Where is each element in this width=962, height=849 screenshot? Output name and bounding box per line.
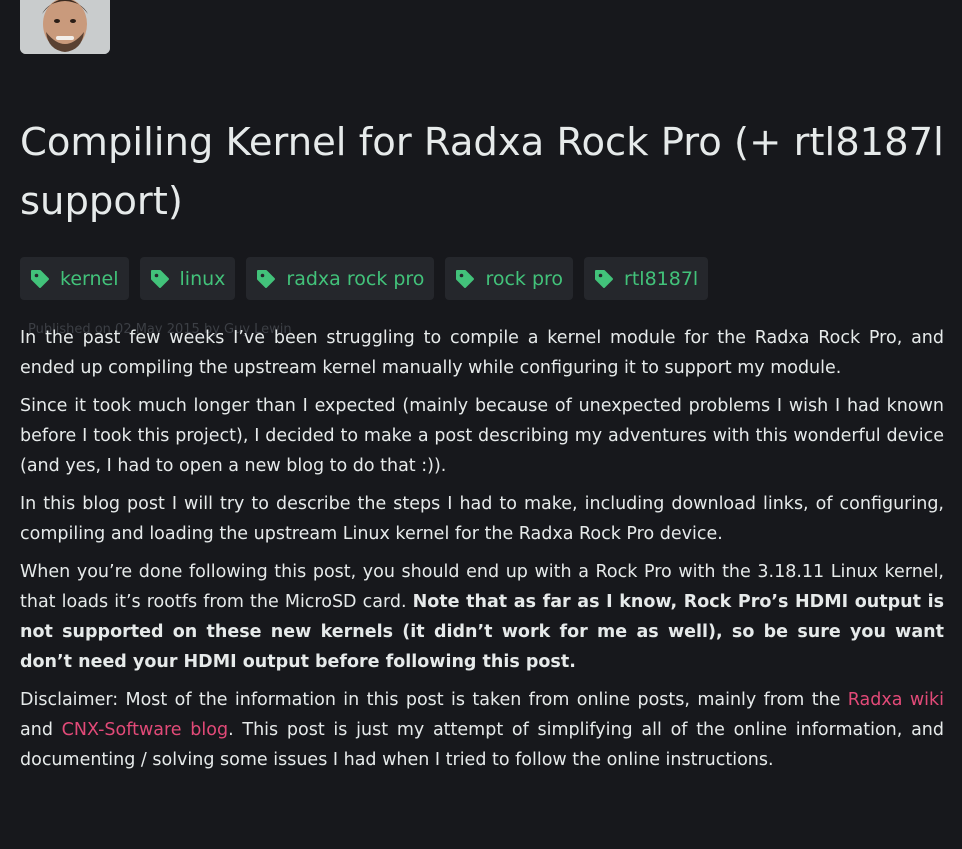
tag-rock-pro[interactable]: rock pro (445, 257, 574, 300)
radxa-wiki-link[interactable]: Radxa wiki (848, 690, 944, 710)
tag-label: linux (179, 267, 226, 290)
tag-radxa-rock-pro[interactable]: radxa rock pro (246, 257, 435, 300)
tag-label: radxa rock pro (286, 267, 425, 290)
disclaimer-text: Disclaimer: Most of the information in t… (20, 690, 848, 710)
author-avatar[interactable] (20, 0, 110, 54)
tag-icon (456, 269, 475, 288)
paragraph-outcome: When you’re done following this post, yo… (20, 557, 944, 677)
tag-label: rock pro (485, 267, 564, 290)
tag-list: kernel linux radxa rock pro rock pro rtl… (20, 257, 709, 300)
tag-icon (257, 269, 276, 288)
post-body: In the past few weeks I’ve been struggli… (20, 323, 944, 783)
paragraph-motivation: Since it took much longer than I expecte… (20, 396, 944, 476)
page-title: Compiling Kernel for Radxa Rock Pro (+ r… (20, 120, 944, 224)
tag-linux[interactable]: linux (139, 257, 236, 300)
disclaimer-and: and (20, 720, 62, 740)
tag-kernel[interactable]: kernel (20, 257, 129, 300)
paragraph-disclaimer: Disclaimer: Most of the information in t… (20, 685, 944, 775)
tag-icon (595, 269, 614, 288)
paragraph-intro: In the past few weeks I’ve been struggli… (20, 328, 944, 378)
paragraph-scope: In this blog post I will try to describe… (20, 494, 944, 544)
tag-label: rtl8187l (624, 267, 699, 290)
tag-icon (31, 269, 49, 288)
tag-rtl8187l[interactable]: rtl8187l (584, 257, 709, 300)
tag-label: kernel (60, 267, 119, 290)
cnx-software-link[interactable]: CNX-Software blog (62, 720, 228, 740)
tag-icon (150, 269, 169, 288)
